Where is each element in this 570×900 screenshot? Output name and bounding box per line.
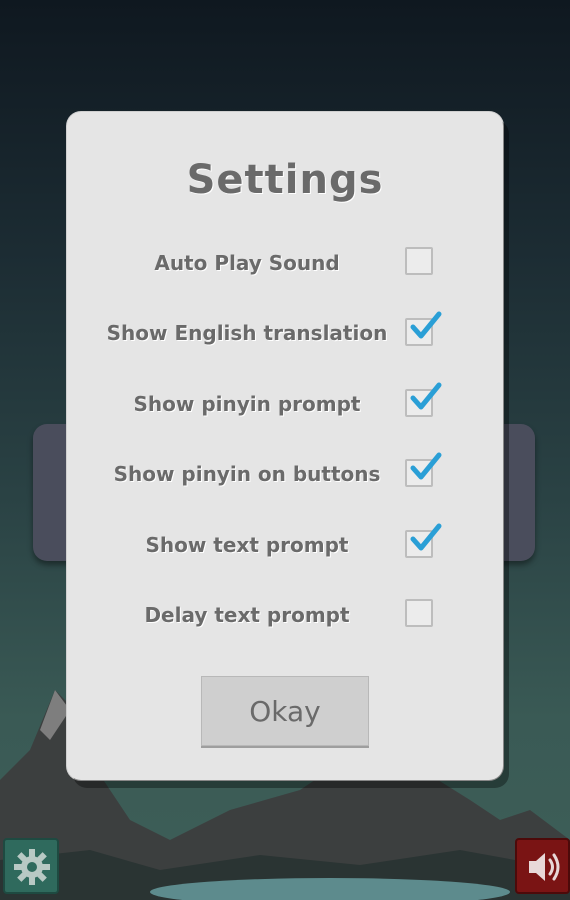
game-screen: Settings Auto Play Sound Show English tr… [0, 0, 570, 900]
setting-label-show-text-prompt: Show text prompt [145, 533, 349, 557]
dialog-title: Settings [186, 157, 384, 203]
show-text-prompt-checkbox[interactable] [405, 523, 442, 558]
delay-text-prompt-checkbox[interactable] [405, 599, 433, 627]
checkmark-icon [410, 452, 442, 480]
okay-button[interactable]: Okay [201, 676, 369, 746]
checkmark-icon [410, 523, 442, 551]
show-english-translation-checkbox[interactable] [405, 311, 442, 346]
show-pinyin-prompt-checkbox[interactable] [405, 382, 442, 417]
settings-button[interactable] [3, 838, 59, 894]
speaker-icon [529, 853, 560, 881]
setting-label-show-pinyin-prompt: Show pinyin prompt [133, 392, 361, 416]
setting-label-delay-text-prompt: Delay text prompt [144, 603, 350, 627]
gear-icon [14, 849, 50, 885]
setting-label-auto-play-sound: Auto Play Sound [154, 251, 340, 275]
auto-play-sound-checkbox[interactable] [405, 247, 433, 275]
setting-label-show-pinyin-on-buttons: Show pinyin on buttons [113, 462, 381, 486]
checkmark-icon [410, 311, 442, 339]
show-pinyin-on-buttons-checkbox[interactable] [405, 452, 442, 487]
setting-label-show-english-translation: Show English translation [106, 321, 388, 345]
sound-toggle-button[interactable] [515, 838, 570, 894]
checkmark-icon [410, 382, 442, 410]
